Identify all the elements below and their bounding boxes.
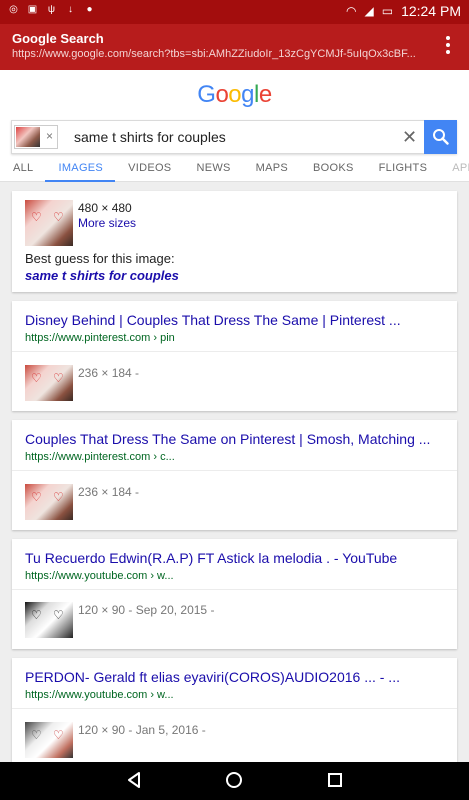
toolbar-url[interactable]: https://www.google.com/search?tbs=sbi:AM… bbox=[12, 48, 427, 60]
system-icons: ◠ ◢ ▭ 12:24 PM bbox=[346, 3, 461, 19]
back-icon[interactable] bbox=[126, 771, 142, 789]
google-logo[interactable]: Google bbox=[0, 81, 469, 109]
image-query-chip[interactable]: × bbox=[14, 125, 58, 149]
tab-books[interactable]: BOOKS bbox=[300, 154, 366, 182]
usb-icon: ψ bbox=[47, 4, 56, 15]
clock: 12:24 PM bbox=[401, 3, 461, 19]
result-meta: 236 × 184 - bbox=[78, 485, 140, 499]
result-meta: 120 × 90 - Sep 20, 2015 - bbox=[78, 603, 215, 617]
search-icon bbox=[433, 129, 449, 145]
heart-icon: ♡ bbox=[53, 371, 64, 385]
image-icon: ▣ bbox=[27, 4, 38, 15]
result-thumbnail[interactable]: ♡ ♡ bbox=[25, 484, 73, 520]
result-title[interactable]: Couples That Dress The Same on Pinterest… bbox=[25, 431, 430, 447]
search-query[interactable]: same t shirts for couples bbox=[74, 129, 226, 145]
heart-icon: ♡ bbox=[53, 210, 64, 224]
status-bar: ◎ ▣ ψ ↓ ● ◠ ◢ ▭ 12:24 PM bbox=[0, 0, 469, 24]
result-url[interactable]: https://www.youtube.com › w... bbox=[25, 689, 174, 701]
result-meta: 236 × 184 - bbox=[78, 366, 140, 380]
wifi-icon: ◠ bbox=[346, 4, 357, 18]
result-card: Couples That Dress The Same on Pinterest… bbox=[12, 420, 457, 530]
result-thumbnail[interactable]: ♡ ♡ bbox=[25, 365, 73, 401]
result-card: PERDON- Gerald ft elias eyaviri(COROS)AU… bbox=[12, 658, 457, 762]
android-icon: ● bbox=[86, 4, 93, 15]
tab-flights[interactable]: FLIGHTS bbox=[366, 154, 440, 182]
search-header: Google × same t shirts for couples ✕ ALL… bbox=[0, 70, 469, 182]
tab-videos[interactable]: VIDEOS bbox=[115, 154, 183, 182]
browser-toolbar: Google Search https://www.google.com/sea… bbox=[0, 24, 469, 70]
tab-news[interactable]: NEWS bbox=[183, 154, 242, 182]
recents-icon[interactable] bbox=[327, 771, 343, 789]
notification-icons: ◎ ▣ ψ ↓ ● bbox=[8, 4, 95, 16]
search-results-page: Google × same t shirts for couples ✕ ALL… bbox=[0, 70, 469, 762]
result-meta: 120 × 90 - Jan 5, 2016 - bbox=[78, 723, 206, 737]
result-url[interactable]: https://www.pinterest.com › c... bbox=[25, 451, 175, 463]
navigation-bar bbox=[0, 762, 469, 800]
best-guess-label: Best guess for this image: bbox=[25, 251, 175, 266]
divider bbox=[12, 589, 457, 590]
whatsapp-icon: ◎ bbox=[9, 4, 18, 15]
best-guess-link[interactable]: same t shirts for couples bbox=[25, 268, 179, 283]
result-url[interactable]: https://www.pinterest.com › pin bbox=[25, 332, 175, 344]
divider bbox=[12, 470, 457, 471]
clear-search-icon[interactable]: ✕ bbox=[402, 127, 417, 148]
overflow-menu-icon[interactable] bbox=[445, 36, 451, 56]
tab-maps[interactable]: MAPS bbox=[243, 154, 300, 182]
divider bbox=[12, 708, 457, 709]
heart-icon: ♡ bbox=[31, 608, 42, 622]
image-size: 480 × 480 bbox=[78, 201, 132, 215]
query-image[interactable]: ♡ ♡ bbox=[25, 200, 73, 246]
heart-icon: ♡ bbox=[53, 728, 64, 742]
heart-icon: ♡ bbox=[53, 608, 64, 622]
heart-icon: ♡ bbox=[31, 371, 42, 385]
remove-image-icon[interactable]: × bbox=[46, 129, 53, 143]
heart-icon: ♡ bbox=[31, 490, 42, 504]
result-thumbnail[interactable]: ♡ ♡ bbox=[25, 602, 73, 638]
search-tabs: ALL IMAGES VIDEOS NEWS MAPS BOOKS FLIGHT… bbox=[0, 154, 469, 182]
toolbar-title: Google Search bbox=[12, 31, 104, 46]
heart-icon: ♡ bbox=[31, 728, 42, 742]
tab-images[interactable]: IMAGES bbox=[45, 154, 116, 182]
query-image-thumbnail bbox=[16, 127, 40, 147]
result-card: Disney Behind | Couples That Dress The S… bbox=[12, 301, 457, 411]
result-card: Tu Recuerdo Edwin(R.A.P) FT Astick la me… bbox=[12, 539, 457, 649]
search-button[interactable] bbox=[424, 120, 457, 154]
more-sizes-link[interactable]: More sizes bbox=[78, 216, 136, 230]
best-guess-card: ♡ ♡ 480 × 480 More sizes Best guess for t… bbox=[12, 191, 457, 292]
result-title[interactable]: Disney Behind | Couples That Dress The S… bbox=[25, 312, 401, 328]
heart-icon: ♡ bbox=[53, 490, 64, 504]
tab-all[interactable]: ALL bbox=[0, 154, 45, 182]
home-icon[interactable] bbox=[225, 771, 243, 789]
result-thumbnail[interactable]: ♡ ♡ bbox=[25, 722, 73, 758]
divider bbox=[12, 351, 457, 352]
search-box[interactable]: × same t shirts for couples ✕ bbox=[11, 120, 457, 154]
result-title[interactable]: Tu Recuerdo Edwin(R.A.P) FT Astick la me… bbox=[25, 550, 397, 566]
heart-icon: ♡ bbox=[31, 210, 42, 224]
download-icon: ↓ bbox=[68, 4, 73, 15]
result-url[interactable]: https://www.youtube.com › w... bbox=[25, 570, 174, 582]
signal-icon: ◢ bbox=[364, 4, 374, 18]
result-title[interactable]: PERDON- Gerald ft elias eyaviri(COROS)AU… bbox=[25, 669, 400, 685]
tab-apps[interactable]: APP bbox=[439, 154, 469, 182]
battery-icon: ▭ bbox=[381, 4, 394, 18]
